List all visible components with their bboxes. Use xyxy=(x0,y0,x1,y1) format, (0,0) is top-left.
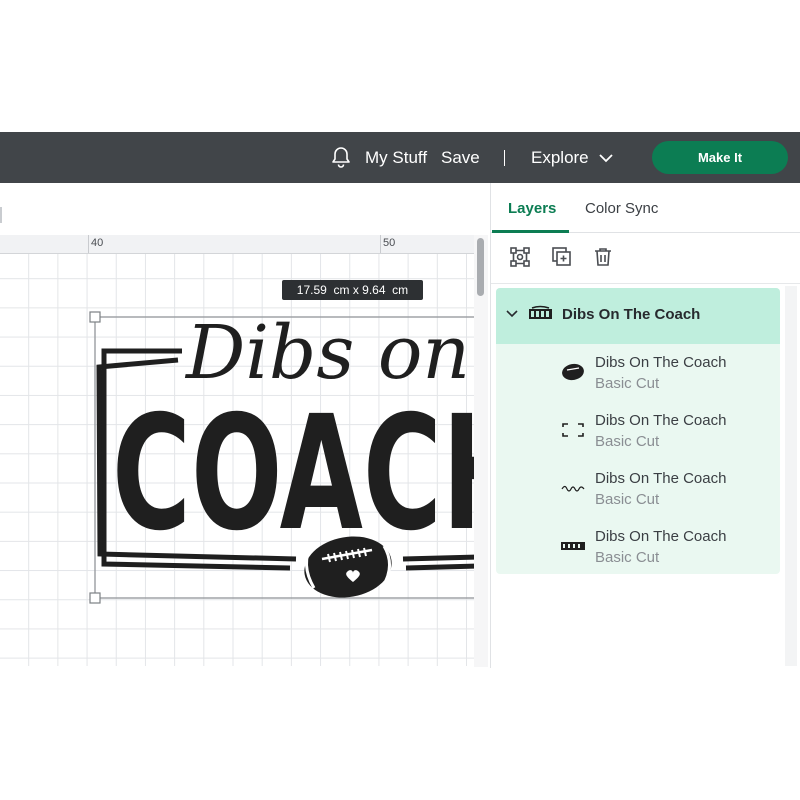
group-icon[interactable] xyxy=(509,246,531,268)
active-tab-indicator xyxy=(492,230,569,233)
save-link[interactable]: Save xyxy=(441,148,480,168)
chevron-down-icon[interactable] xyxy=(505,307,519,321)
layer-operation: Basic Cut xyxy=(595,491,660,508)
nav-divider xyxy=(504,150,505,166)
group-title[interactable]: Dibs On The Coach xyxy=(562,306,700,323)
canvas-scrollbar[interactable] xyxy=(474,235,488,667)
bell-icon[interactable] xyxy=(329,145,353,169)
layer-name[interactable]: Dibs On The Coach xyxy=(595,470,726,487)
coach-text-icon xyxy=(561,542,585,550)
duplicate-icon[interactable] xyxy=(551,246,573,268)
layer-operation: Basic Cut xyxy=(595,549,660,566)
tab-color-sync[interactable]: Color Sync xyxy=(585,200,658,218)
make-it-button[interactable]: Make It xyxy=(652,141,788,174)
canvas-scrollbar-thumb[interactable] xyxy=(477,238,484,296)
panel-scrollbar[interactable] xyxy=(785,286,797,666)
explore-menu[interactable]: Explore xyxy=(531,148,589,168)
resize-handle-top-left[interactable] xyxy=(89,311,101,323)
dimensions-label: 17.59 cm x 9.64 cm xyxy=(282,280,423,300)
ruler-label-40: 40 xyxy=(91,237,104,249)
ruler-tick xyxy=(88,235,89,253)
layer-operation: Basic Cut xyxy=(595,375,660,392)
design-artwork[interactable]: Dibs on the COACH xyxy=(0,254,474,666)
canvas-toolbar xyxy=(0,183,490,235)
script-text-icon xyxy=(561,485,585,492)
coach-thumbnail-icon xyxy=(529,305,552,319)
my-stuff-link[interactable]: My Stuff xyxy=(365,148,427,168)
tab-layers[interactable]: Layers xyxy=(508,200,556,218)
layer-name[interactable]: Dibs On The Coach xyxy=(595,528,726,545)
ruler-tick xyxy=(380,235,381,253)
football-icon xyxy=(562,363,584,381)
ruler-label-50: 50 xyxy=(383,237,396,249)
layer-name[interactable]: Dibs On The Coach xyxy=(595,412,726,429)
chevron-down-icon[interactable] xyxy=(597,150,615,166)
horizontal-ruler xyxy=(0,235,474,254)
layer-name[interactable]: Dibs On The Coach xyxy=(595,354,726,371)
coach-text: COACH xyxy=(112,382,474,566)
delete-icon[interactable] xyxy=(592,246,614,268)
toolbar-edge xyxy=(0,207,2,223)
resize-handle-bottom-left[interactable] xyxy=(89,592,101,604)
layer-operation: Basic Cut xyxy=(595,433,660,450)
toolbar-divider xyxy=(491,283,800,284)
frame-icon xyxy=(562,423,584,437)
